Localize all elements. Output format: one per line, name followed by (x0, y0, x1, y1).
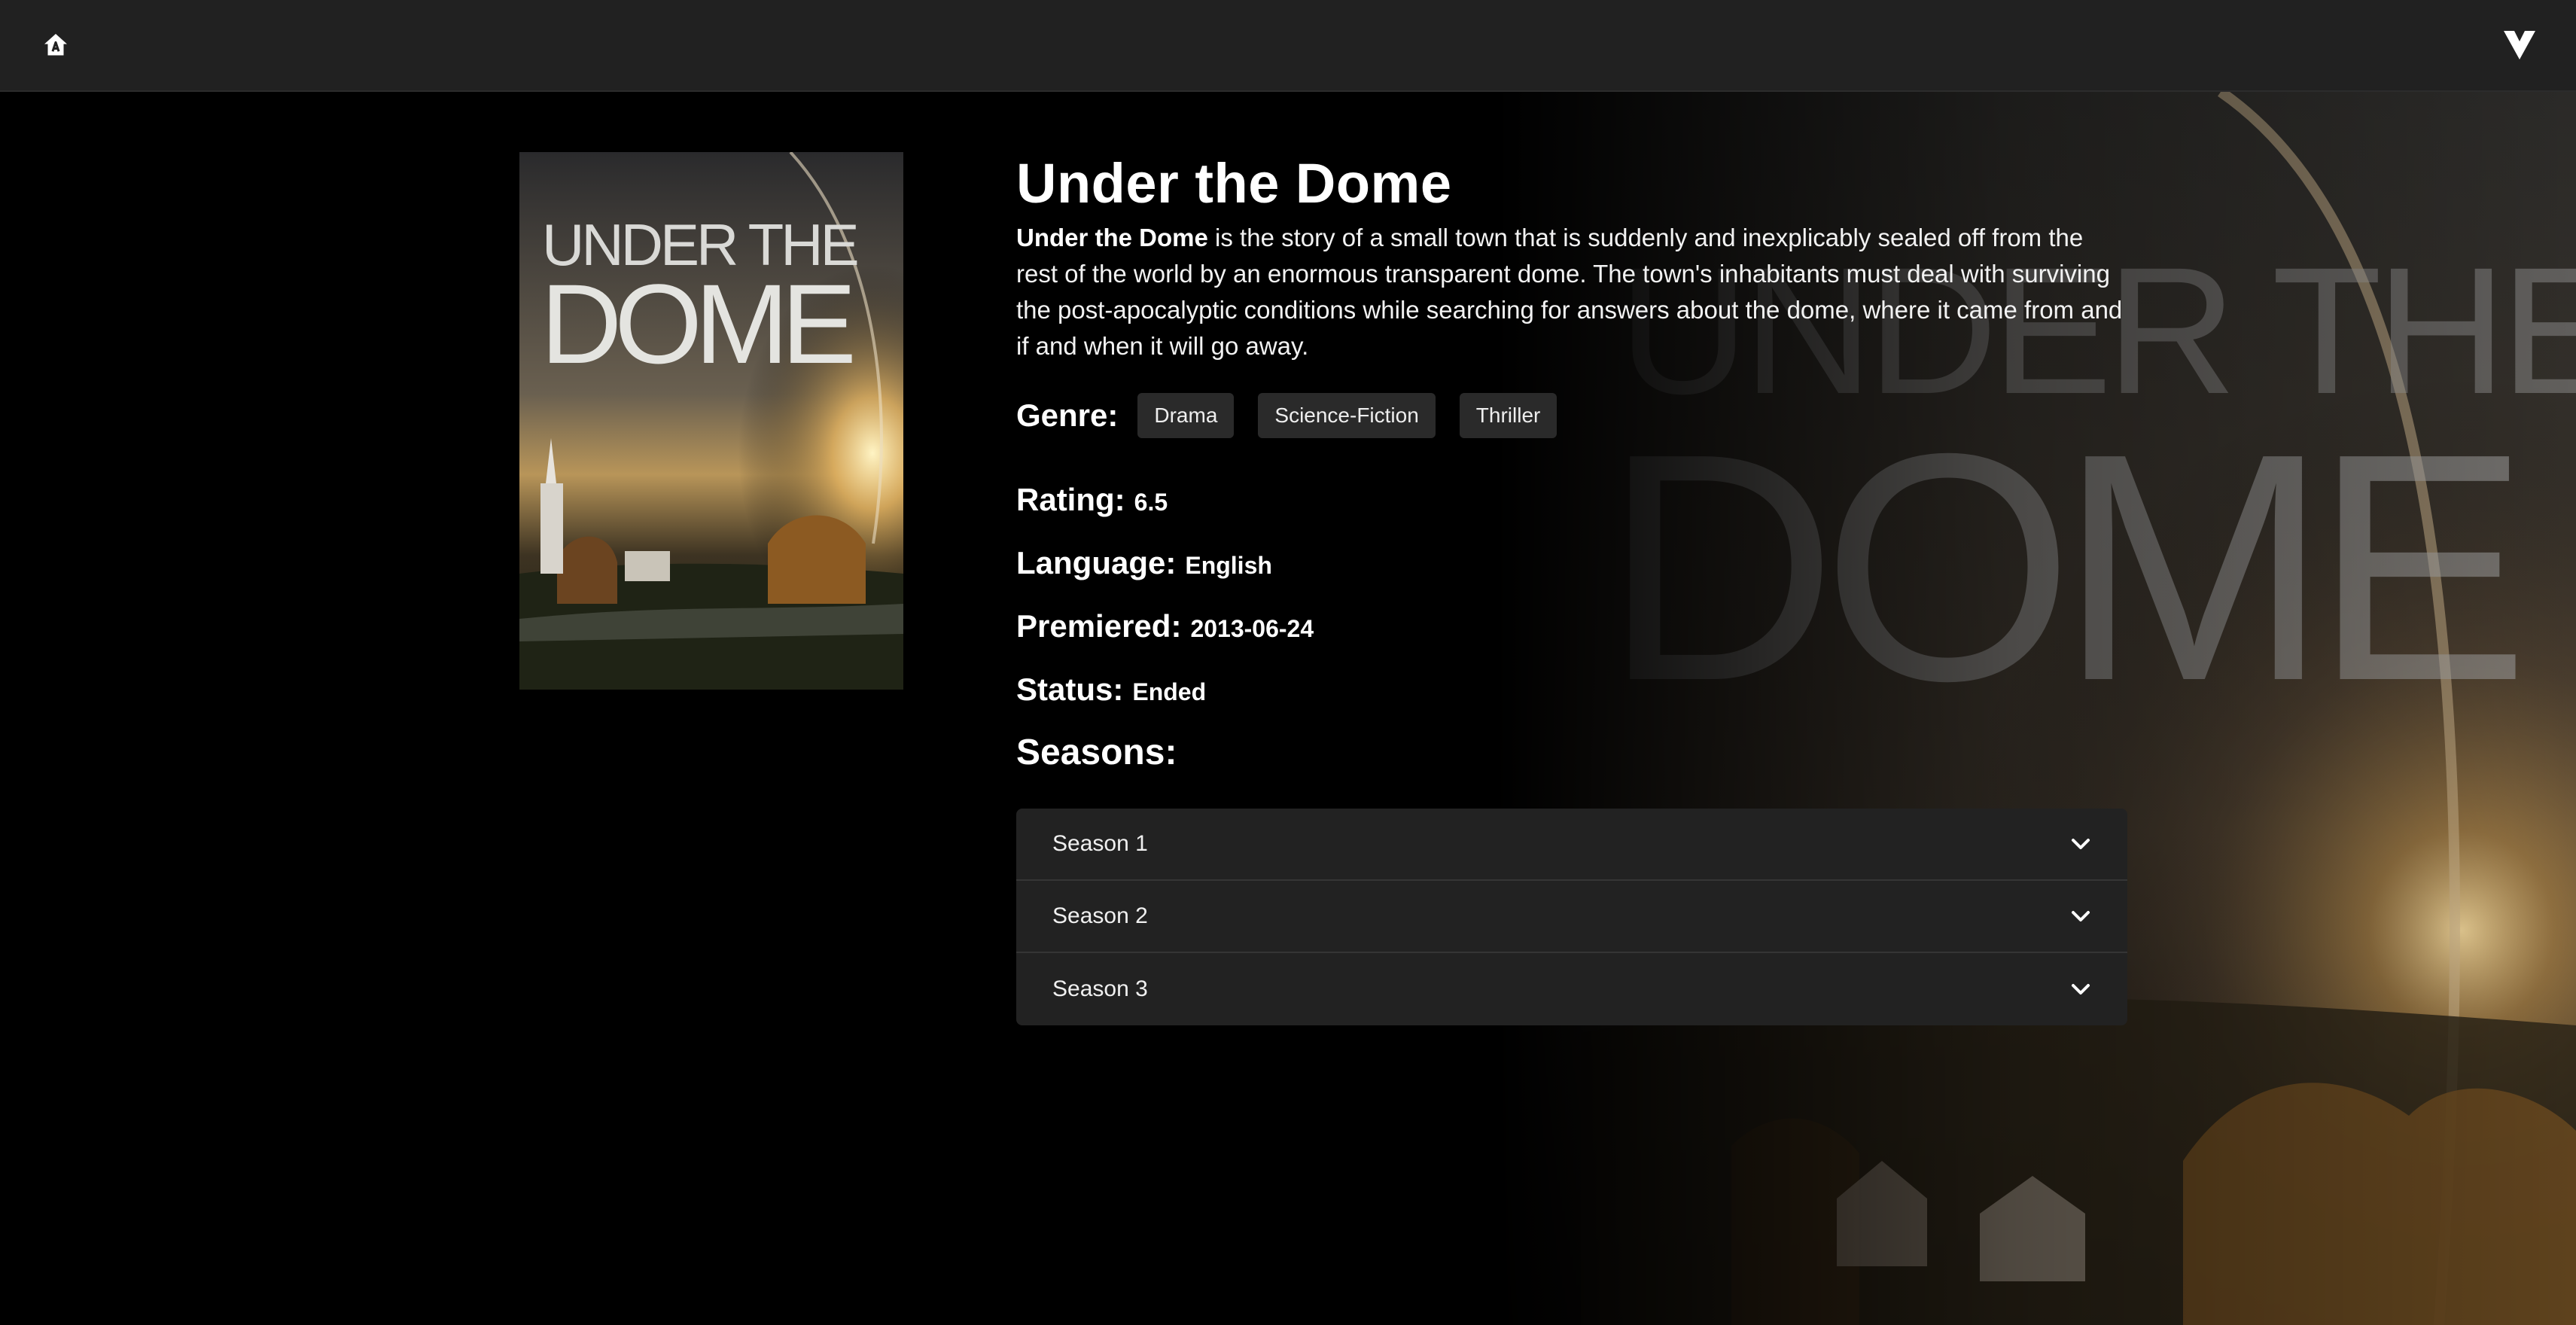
premiered-value: 2013-06-24 (1190, 615, 1314, 642)
genre-row: Genre: Drama Science-Fiction Thriller (1016, 393, 2130, 438)
genre-tags: Drama Science-Fiction Thriller (1137, 393, 1581, 438)
home-icon (44, 34, 67, 56)
season-item-3[interactable]: Season 3 (1016, 953, 2127, 1025)
show-title: Under the Dome (1016, 152, 1452, 215)
season-item-2[interactable]: Season 2 (1016, 881, 2127, 953)
genre-tag-thriller[interactable]: Thriller (1459, 393, 1557, 438)
language-value: English (1185, 552, 1272, 579)
brand-logo-icon (2504, 31, 2535, 59)
seasons-accordion: Season 1 Season 2 Season 3 (1016, 809, 2127, 1025)
poster-title-line2: DOME (540, 260, 852, 387)
show-details: Under the Dome Under the Dome is the sto… (1016, 151, 2130, 1025)
summary-bold-title: Under the Dome (1016, 224, 1208, 251)
genre-tag-drama[interactable]: Drama (1137, 393, 1235, 438)
chevron-down-icon (2070, 906, 2091, 927)
status-row: Status: Ended (1016, 658, 2130, 721)
show-poster: UNDER THE DOME (519, 152, 903, 690)
season-label: Season 2 (1052, 903, 1148, 928)
show-meta: Rating: 6.5 Language: English Premiered:… (1016, 468, 2130, 784)
rating-value: 6.5 (1134, 489, 1168, 516)
genre-tag-science-fiction[interactable]: Science-Fiction (1258, 393, 1436, 438)
language-label: Language: (1016, 545, 1177, 580)
brand-logo-button[interactable] (2499, 26, 2540, 65)
status-label: Status: (1016, 672, 1124, 707)
chevron-down-icon (2070, 833, 2091, 854)
premiered-row: Premiered: 2013-06-24 (1016, 595, 2130, 658)
top-navigation-bar (0, 0, 2576, 92)
show-summary: Under the Dome is the story of a small t… (1016, 220, 2130, 364)
seasons-heading: Seasons: (1016, 733, 1177, 772)
season-item-1[interactable]: Season 1 (1016, 809, 2127, 881)
genre-label: Genre: (1016, 398, 1119, 433)
rating-row: Rating: 6.5 (1016, 468, 2130, 532)
show-detail-page: UNDER THE DOME Under the Dome Under the … (0, 92, 2576, 1325)
home-button[interactable] (36, 26, 75, 65)
season-label: Season 3 (1052, 976, 1148, 1001)
language-row: Language: English (1016, 532, 2130, 595)
rating-label: Rating: (1016, 482, 1125, 517)
season-label: Season 1 (1052, 831, 1148, 856)
premiered-label: Premiered: (1016, 608, 1182, 644)
chevron-down-icon (2070, 979, 2091, 1000)
status-value: Ended (1132, 678, 1207, 705)
